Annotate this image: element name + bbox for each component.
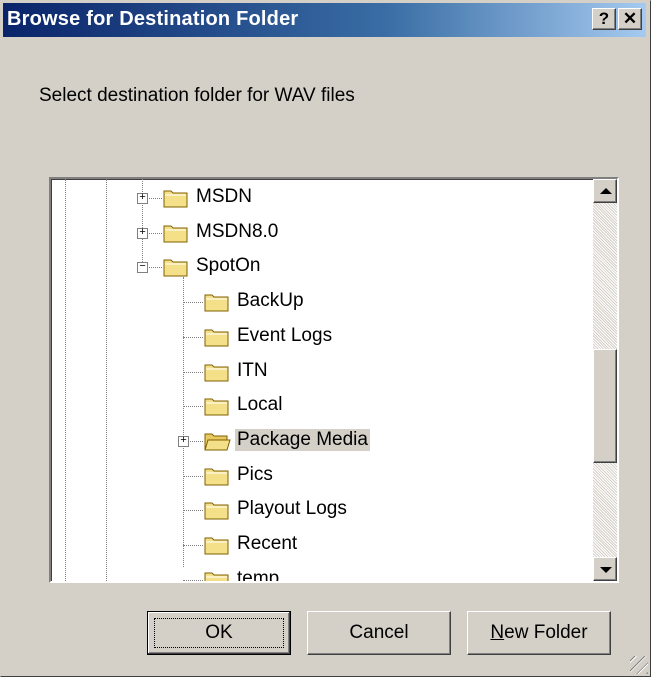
tree-connector-line <box>183 545 203 546</box>
scroll-thumb[interactable] <box>593 349 617 463</box>
tree-item-label[interactable]: Package Media <box>235 428 370 451</box>
tree-connector-line <box>183 336 203 338</box>
folder-icon <box>204 294 229 312</box>
tree-guide-line <box>106 179 107 581</box>
expand-icon[interactable]: + <box>137 193 148 204</box>
tree-item-label[interactable]: Pics <box>235 464 275 486</box>
folder-icon <box>163 225 188 243</box>
tree-item-label[interactable]: SpotOn <box>194 255 262 277</box>
tree-item-label[interactable]: temp <box>235 568 281 581</box>
browse-folder-dialog: Browse for Destination Folder ? ✕ Select… <box>0 0 651 677</box>
folder-icon <box>204 468 229 486</box>
expand-icon[interactable]: + <box>178 435 189 447</box>
tree-connector-line <box>183 406 203 408</box>
new-folder-mnemonic: N <box>490 622 505 643</box>
folder-icon <box>204 398 229 416</box>
ok-button[interactable]: OK <box>147 611 291 655</box>
scroll-up-button[interactable] <box>593 179 617 203</box>
new-folder-button[interactable]: New Folder <box>467 611 611 655</box>
prompt-text: Select destination folder for WAV files <box>39 85 355 106</box>
tree-item-label[interactable]: MSDN <box>194 186 254 208</box>
new-folder-label: ew Folder <box>504 622 588 643</box>
folder-icon <box>204 502 229 520</box>
close-button[interactable]: ✕ <box>618 8 642 30</box>
folder-icon <box>204 537 229 555</box>
folder-icon <box>204 572 229 581</box>
arrow-down-icon <box>600 567 612 573</box>
tree-item-label[interactable]: Recent <box>235 533 299 555</box>
title-bar[interactable]: Browse for Destination Folder ? ✕ <box>3 3 646 37</box>
folder-tree[interactable]: + MSDN + MSDN8.0 − SpotOn BackUp Event Logs ITN L… <box>49 177 619 583</box>
tree-connector-line <box>183 371 203 373</box>
tree-item-label[interactable]: Local <box>235 394 284 416</box>
tree-item-label[interactable]: ITN <box>235 360 270 382</box>
collapse-icon[interactable]: − <box>137 262 148 274</box>
tree-guide-line <box>183 277 184 567</box>
tree-item-label[interactable]: MSDN8.0 <box>194 221 280 243</box>
tree-connector-line <box>183 302 203 304</box>
tree-item-label[interactable]: Event Logs <box>235 325 334 347</box>
cancel-label: Cancel <box>349 622 409 643</box>
tree-guide-line <box>65 179 66 581</box>
vertical-scrollbar[interactable] <box>593 179 617 581</box>
arrow-up-icon <box>600 188 612 194</box>
resize-grip-icon[interactable] <box>630 656 648 674</box>
tree-connector-line <box>183 510 203 512</box>
tree-connector-line <box>183 475 203 477</box>
help-button[interactable]: ? <box>592 8 616 30</box>
folder-icon <box>204 329 229 347</box>
folder-icon <box>163 259 188 277</box>
focus-rect <box>154 618 284 648</box>
tree-item-label[interactable]: Playout Logs <box>235 498 349 520</box>
expand-icon[interactable]: + <box>137 227 148 239</box>
scroll-down-button[interactable] <box>593 557 617 581</box>
dialog-title: Browse for Destination Folder <box>7 8 299 30</box>
folder-open-icon <box>204 433 231 451</box>
cancel-button[interactable]: Cancel <box>307 611 451 655</box>
folder-icon <box>163 190 188 208</box>
tree-connector-line <box>183 579 203 581</box>
folder-icon <box>204 364 229 381</box>
tree-item-label[interactable]: BackUp <box>235 290 306 312</box>
